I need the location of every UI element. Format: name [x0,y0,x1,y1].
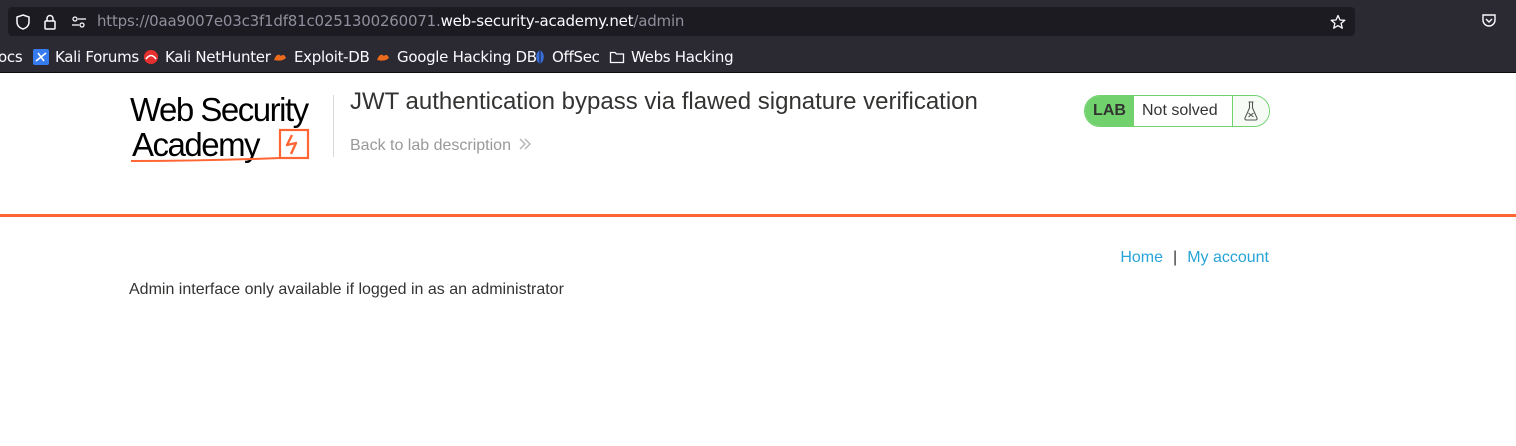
url-path: /admin [633,12,685,30]
kali-nethunter-icon [143,49,159,65]
admin-message: Admin interface only available if logged… [129,281,564,298]
flask-icon [1233,96,1269,126]
bookmark-google-hacking-db[interactable]: Google Hacking DB [375,42,537,72]
bookmark-offsec[interactable]: OffSec [533,42,600,72]
bookmark-star-icon[interactable] [1329,7,1347,36]
permissions-icon[interactable] [70,7,88,36]
folder-icon [609,49,625,65]
logo-line2: Academy [132,126,261,163]
bookmark-label: Google Hacking DB [397,48,537,66]
bookmark-kali-nethunter[interactable]: Kali NetHunter [143,42,271,72]
shield-icon[interactable] [14,7,32,36]
url-prefix: https://0aa9007e03c3f1df81c0251300260071… [97,12,441,30]
ghdb-icon [375,49,391,65]
bookmark-exploit-db[interactable]: Exploit-DB [272,42,370,72]
bookmark-label: Kali NetHunter [165,48,271,66]
bookmark-docs[interactable]: ocs [0,42,23,72]
address-bar[interactable]: https://0aa9007e03c3f1df81c0251300260071… [8,7,1355,36]
lab-status-text: Not solved [1134,96,1233,126]
home-link[interactable]: Home [1120,249,1163,267]
back-link-label: Back to lab description [350,137,511,154]
header-separator [0,214,1516,217]
bookmarks-toolbar: ocs Kali Forums Kali NetHunter Exploit-D… [0,42,1516,73]
logo-line1: Web Security [130,93,310,128]
url-text[interactable]: https://0aa9007e03c3f1df81c0251300260071… [97,7,684,36]
exploit-db-icon [272,49,288,65]
back-to-lab-description-link[interactable]: Back to lab description [350,137,531,155]
url-domain: web-security-academy.net [440,12,634,30]
lock-icon[interactable] [42,7,58,36]
browser-toolbar: https://0aa9007e03c3f1df81c0251300260071… [0,0,1516,42]
logo-bolt-icon [285,134,298,155]
offsec-icon [533,49,547,65]
bookmark-kali-forums[interactable]: Kali Forums [33,42,139,72]
bookmark-label: Webs Hacking [631,48,734,66]
lab-title: JWT authentication bypass via flawed sig… [350,88,978,115]
double-chevron-right-icon [519,137,531,155]
nav-separator: | [1173,249,1178,266]
top-navigation: Home | My account [1120,249,1269,267]
lab-status-widget: LAB Not solved [1084,95,1270,127]
header-divider [333,95,334,157]
bookmark-label: ocs [0,48,23,66]
lab-badge: LAB [1085,96,1134,126]
bookmark-label: OffSec [552,48,600,66]
pocket-icon[interactable] [1478,10,1500,32]
academy-logo[interactable]: Web Security Academy [130,91,330,165]
my-account-link[interactable]: My account [1187,249,1269,267]
bookmark-webs-hacking[interactable]: Webs Hacking [609,42,734,72]
bookmark-label: Kali Forums [55,48,139,66]
kali-forums-icon [33,49,49,65]
bookmark-label: Exploit-DB [294,48,370,66]
